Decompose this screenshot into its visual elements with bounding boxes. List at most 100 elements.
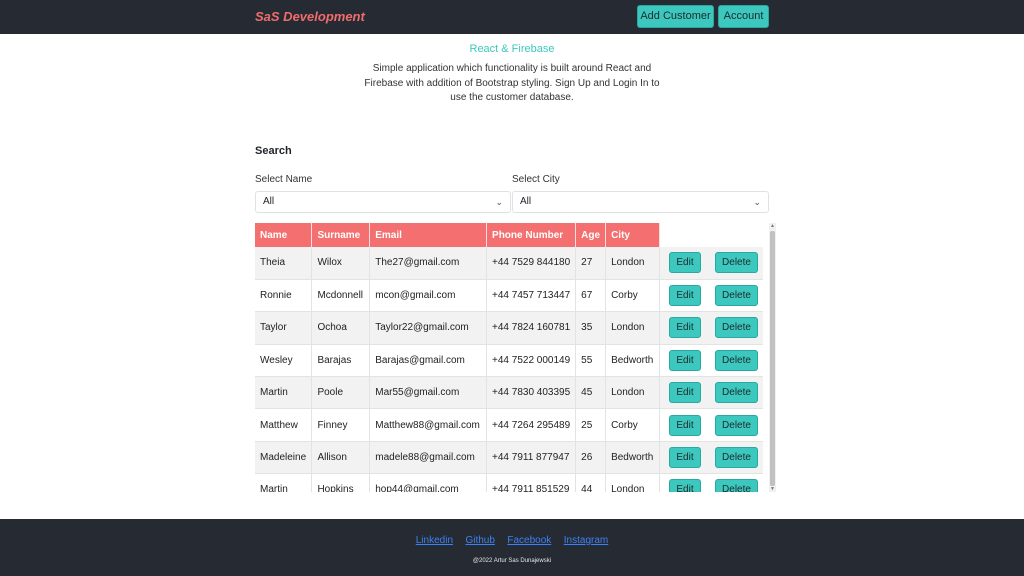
select-city-value: All [520,196,532,207]
header-age: Age [575,223,607,247]
table-row: Wesley Barajas Barajas@gmail.com +44 752… [255,344,763,378]
cell-city: London [605,247,660,280]
cell-city: London [605,473,660,492]
cell-edit: Edit [659,279,710,313]
brand-logo[interactable]: SaS Development [255,9,365,24]
cell-name: Martin [255,473,313,492]
select-name-value: All [263,196,275,207]
cell-name: Theia [255,247,313,280]
customer-table-container: Name Surname Email Phone Number Age City… [255,223,776,492]
customer-table: Name Surname Email Phone Number Age City… [255,223,763,492]
cell-age: 35 [575,311,607,345]
cell-edit: Edit [659,441,710,475]
cell-delete: Delete [709,344,763,378]
cell-name: Madeleine [255,441,313,475]
cell-age: 25 [575,408,607,442]
cell-surname: Finney [311,408,371,442]
table-row: Martin Poole Mar55@gmail.com +44 7830 40… [255,376,763,410]
table-row: Martin Hopkins hop44@gmail.com +44 7911 … [255,473,763,492]
cell-name: Taylor [255,311,313,345]
facebook-link[interactable]: Facebook [507,535,551,546]
cell-age: 44 [575,473,607,492]
scroll-down-arrow-icon[interactable]: ▼ [769,486,776,492]
footer-links: Linkedin Github Facebook Instagram [0,530,1024,548]
cell-surname: Wilox [311,247,371,280]
footer: Linkedin Github Facebook Instagram @2022… [0,519,1024,576]
delete-button[interactable]: Delete [715,447,758,469]
edit-button[interactable]: Edit [669,479,701,492]
hero-description: Simple application which functionality i… [364,63,660,103]
copyright-text: @2022 Artur Sas Dunajewski [472,558,552,564]
github-link[interactable]: Github [465,535,494,546]
delete-button[interactable]: Delete [715,414,758,436]
cell-name: Wesley [255,344,313,378]
select-city-label: Select City [512,174,560,185]
cell-phone: +44 7264 295489 [486,408,577,442]
cell-surname: Mcdonnell [311,279,371,313]
delete-button[interactable]: Delete [715,317,758,339]
cell-delete: Delete [709,376,763,410]
header-edit-blank [659,223,710,247]
account-button[interactable]: Account [718,5,769,28]
cell-email: madele88@gmail.com [369,441,488,475]
cell-delete: Delete [709,441,763,475]
edit-button[interactable]: Edit [669,414,701,436]
table-scrollbar[interactable]: ▲ ▼ [769,223,776,492]
search-heading: Search [255,145,292,157]
edit-button[interactable]: Edit [669,447,701,469]
linkedin-link[interactable]: Linkedin [416,535,453,546]
instagram-link[interactable]: Instagram [564,535,608,546]
delete-button[interactable]: Delete [715,349,758,371]
cell-phone: +44 7824 160781 [486,311,577,345]
cell-email: mcon@gmail.com [369,279,488,313]
cell-name: Matthew [255,408,313,442]
delete-button[interactable]: Delete [715,252,758,274]
cell-city: Corby [605,279,660,313]
chevron-down-icon: ⌄ [753,197,761,207]
cell-phone: +44 7457 713447 [486,279,577,313]
header-delete-blank [709,223,763,247]
cell-city: Corby [605,408,660,442]
edit-button[interactable]: Edit [669,252,701,274]
cell-phone: +44 7830 403395 [486,376,577,410]
cell-age: 45 [575,376,607,410]
cell-name: Ronnie [255,279,313,313]
cell-city: London [605,376,660,410]
cell-age: 27 [575,247,607,280]
cell-surname: Barajas [311,344,371,378]
cell-edit: Edit [659,473,710,492]
cell-city: London [605,311,660,345]
cell-email: Barajas@gmail.com [369,344,488,378]
edit-button[interactable]: Edit [669,349,701,371]
table-row: Ronnie Mcdonnell mcon@gmail.com +44 7457… [255,279,763,313]
cell-phone: +44 7522 000149 [486,344,577,378]
scroll-up-arrow-icon[interactable]: ▲ [769,223,776,229]
header-email: Email [369,223,488,247]
cell-email: hop44@gmail.com [369,473,488,492]
chevron-down-icon: ⌄ [495,197,503,207]
cell-surname: Hopkins [311,473,371,492]
delete-button[interactable]: Delete [715,479,758,492]
edit-button[interactable]: Edit [669,382,701,404]
edit-button[interactable]: Edit [669,285,701,307]
table-row: Matthew Finney Matthew88@gmail.com +44 7… [255,408,763,442]
cell-phone: +44 7911 877947 [486,441,577,475]
scrollbar-thumb[interactable] [770,231,775,486]
cell-surname: Allison [311,441,371,475]
delete-button[interactable]: Delete [715,382,758,404]
cell-phone: +44 7529 844180 [486,247,577,280]
add-customer-button[interactable]: Add Customer [637,5,714,28]
cell-edit: Edit [659,311,710,345]
table-row: Theia Wilox The27@gmail.com +44 7529 844… [255,247,763,280]
cell-edit: Edit [659,247,710,280]
edit-button[interactable]: Edit [669,317,701,339]
select-city-dropdown[interactable]: All ⌄ [512,191,769,213]
table-row: Taylor Ochoa Taylor22@gmail.com +44 7824… [255,311,763,345]
cell-name: Martin [255,376,313,410]
cell-age: 55 [575,344,607,378]
cell-phone: +44 7911 851529 [486,473,577,492]
select-name-dropdown[interactable]: All ⌄ [255,191,511,213]
delete-button[interactable]: Delete [715,285,758,307]
cell-delete: Delete [709,279,763,313]
navbar: SaS Development Add Customer Account [0,0,1024,34]
